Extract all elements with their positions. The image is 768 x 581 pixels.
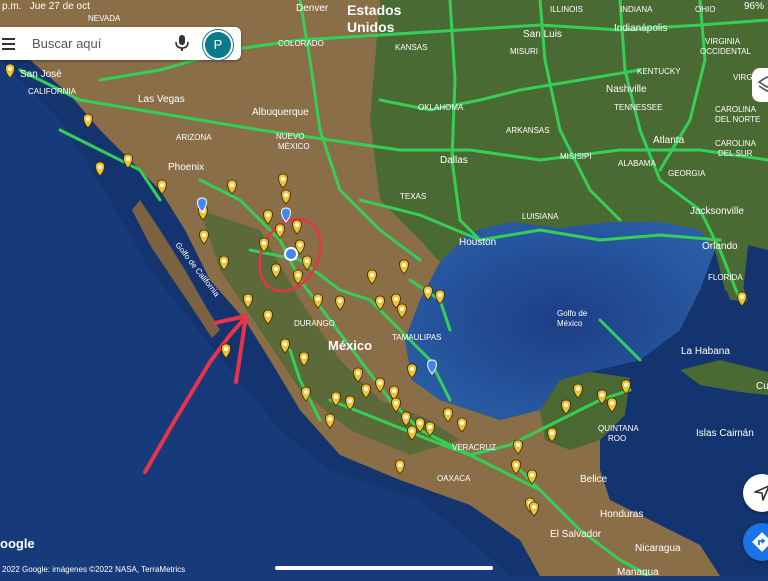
label-oaxaca: OAXACA xyxy=(437,474,471,483)
label-texas: TEXAS xyxy=(400,192,426,201)
label-golfo-mexico: México xyxy=(557,319,583,328)
label-quintana: QUINTANA xyxy=(598,424,639,433)
label-misisipi: MISISIPI xyxy=(560,152,592,161)
label-del-sur: DEL SUR xyxy=(718,149,753,158)
google-logo: oogle xyxy=(0,536,35,551)
label-nicaragua: Nicaragua xyxy=(635,543,681,554)
label-kentucky: KENTUCKY xyxy=(637,67,681,76)
menu-icon[interactable] xyxy=(2,36,15,50)
label-honduras: Honduras xyxy=(600,509,643,520)
account-avatar[interactable]: P xyxy=(203,30,233,60)
label-indianapolis: Indianápolis xyxy=(614,23,667,34)
label-tamaulipas: TAMAULIPAS xyxy=(392,333,442,342)
label-carolina-n: CAROLINA xyxy=(715,105,757,114)
label-occidental: OCCIDENTAL xyxy=(700,47,752,56)
label-la-habana: La Habana xyxy=(681,346,730,357)
label-luisiana: LUISIANA xyxy=(522,212,559,221)
label-florida: FLORIDA xyxy=(708,273,743,282)
label-nevada: NEVADA xyxy=(88,14,121,23)
label-nashville: Nashville xyxy=(606,84,647,95)
status-battery: 96% xyxy=(743,1,764,12)
status-bar: p.m. Jue 27 de oct 96% xyxy=(0,0,768,14)
label-belice: Belice xyxy=(580,474,608,485)
label-del-norte: DEL NORTE xyxy=(715,115,760,124)
status-date: Jue 27 de oct xyxy=(29,1,90,12)
label-golfo-de: Golfo de xyxy=(557,309,588,318)
label-oklahoma: OKLAHOMA xyxy=(418,103,464,112)
label-carolina-s: CAROLINA xyxy=(715,139,757,148)
label-colorado: COLORADO xyxy=(278,39,324,48)
label-georgia: GEORGIA xyxy=(668,169,706,178)
directions-icon xyxy=(752,532,768,552)
status-time: p.m. xyxy=(2,1,22,12)
label-orlando: Orlando xyxy=(702,241,738,252)
label-el-salvador: El Salvador xyxy=(550,529,602,540)
label-mexico: México xyxy=(328,338,372,353)
label-california: CALIFORNIA xyxy=(28,87,77,96)
label-phoenix: Phoenix xyxy=(168,162,204,173)
search-input[interactable]: Buscar aquí xyxy=(32,36,101,51)
my-location-dot xyxy=(286,249,296,259)
mic-icon[interactable] xyxy=(175,35,189,51)
label-san-luis: San Luis xyxy=(523,29,562,40)
layers-button[interactable] xyxy=(752,68,768,102)
label-atlanta: Atlanta xyxy=(653,135,685,146)
label-unidos: Unidos xyxy=(347,19,395,35)
label-veracruz: VERACRUZ xyxy=(452,443,496,452)
label-arizona: ARIZONA xyxy=(176,133,212,142)
search-bar[interactable]: Buscar aquí P xyxy=(0,27,241,60)
label-kansas: KANSAS xyxy=(395,43,427,52)
label-las-vegas: Las Vegas xyxy=(138,94,185,105)
label-tennessee: TENNESSEE xyxy=(614,103,662,112)
label-albuquerque: Albuquerque xyxy=(252,107,309,118)
satellite-map[interactable]: Estados Unidos México NEVADA COLORADO KA… xyxy=(0,0,768,578)
label-houston: Houston xyxy=(459,237,496,248)
compass-icon xyxy=(754,485,768,501)
label-arkansas: ARKANSAS xyxy=(506,126,550,135)
label-san-jose: San José xyxy=(20,69,62,80)
label-cuba: Cuba xyxy=(756,381,768,392)
home-indicator[interactable] xyxy=(275,566,493,570)
layers-icon xyxy=(757,76,768,92)
map-attribution: 2022 Google: imágenes ©2022 NASA, TerraM… xyxy=(2,565,186,574)
label-durango: DURANGO xyxy=(294,319,335,328)
label-nuevo: NUEVO xyxy=(276,132,304,141)
label-virginia-occ: VIRGINIA xyxy=(705,37,741,46)
label-islas-caiman: Islas Caimán xyxy=(696,428,754,439)
label-mexico-state: MÉXICO xyxy=(278,142,310,151)
label-jacksonville: Jacksonville xyxy=(690,206,744,217)
label-misuri: MISURI xyxy=(510,47,538,56)
map-canvas: Estados Unidos México NEVADA COLORADO KA… xyxy=(0,0,768,578)
label-dallas: Dallas xyxy=(440,155,468,166)
label-roo: ROO xyxy=(608,434,626,443)
label-managua: Managua xyxy=(617,567,659,576)
label-alabama: ALABAMA xyxy=(618,159,656,168)
